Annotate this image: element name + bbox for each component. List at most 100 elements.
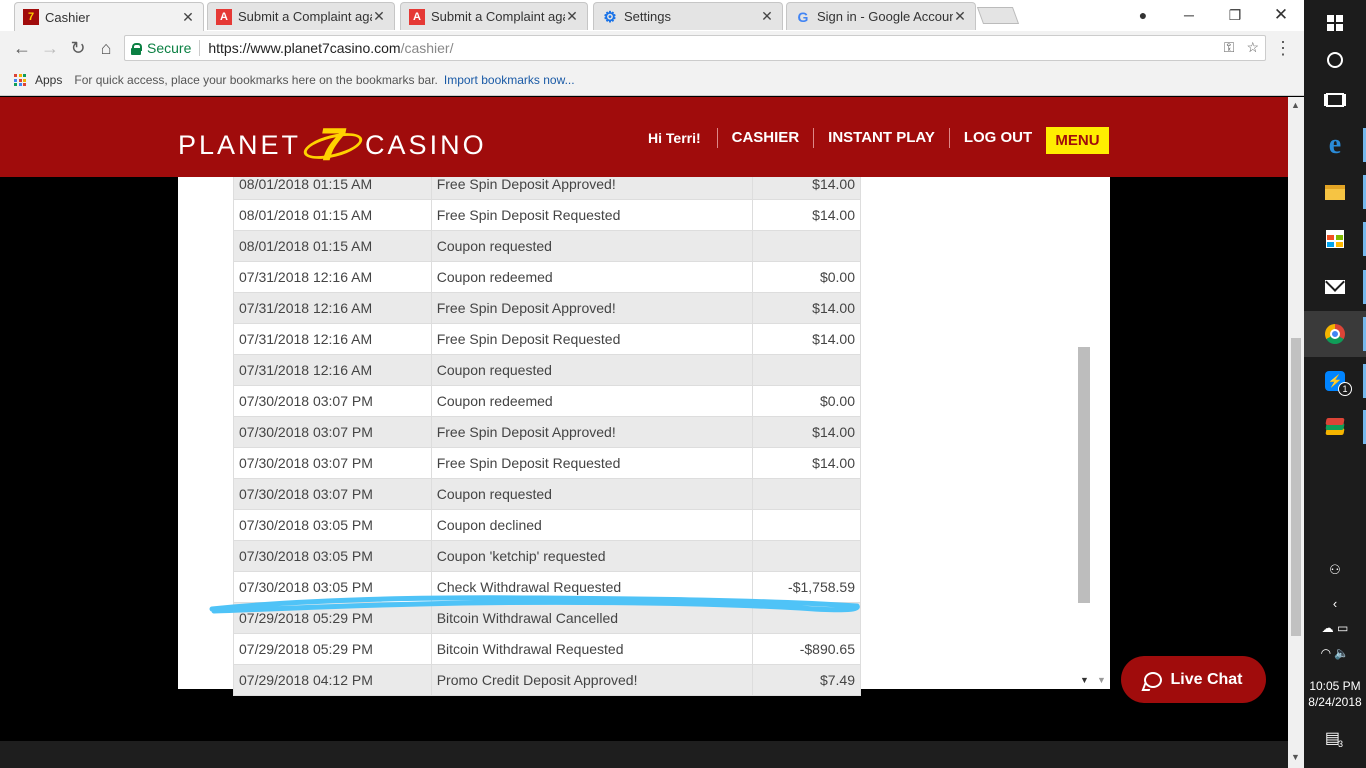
table-row: 07/30/2018 03:05 PM Check Withdrawal Requ… (233, 571, 861, 603)
bookmarks-hint: For quick access, place your bookmarks h… (74, 73, 438, 87)
transaction-amount: -$890.65 (752, 633, 861, 665)
planet7-icon: 7 (23, 9, 39, 25)
table-row: 07/30/2018 03:07 PM Free Spin Deposit App… (233, 416, 861, 448)
live-chat-button[interactable]: Live Chat (1121, 656, 1266, 703)
top-nav: Hi Terri! CASHIER INSTANT PLAY LOG OUT (648, 128, 1046, 148)
tab-complaint-1[interactable]: A Submit a Complaint again ✕ (207, 2, 395, 30)
menu-button[interactable]: MENU (1046, 127, 1109, 154)
task-view-icon (1326, 93, 1344, 107)
browser-tab-strip: 7 Cashier ✕ A Submit a Complaint again ✕… (0, 0, 1304, 31)
transaction-amount: $14.00 (752, 416, 861, 448)
apps-link[interactable]: Apps (35, 73, 62, 87)
taskbar-chrome[interactable] (1304, 311, 1366, 357)
a-icon: A (409, 8, 425, 25)
transaction-amount: $0.00 (752, 385, 861, 417)
table-row: 07/30/2018 03:07 PM Coupon redeemed $0.00 (233, 385, 861, 417)
tab-title: Cashier (45, 9, 90, 25)
tab-complaint-2[interactable]: A Submit a Complaint again ✕ (400, 2, 588, 30)
transaction-description: Coupon 'ketchip' requested (430, 540, 754, 572)
page-footer (0, 741, 1288, 768)
close-icon[interactable]: ✕ (372, 8, 386, 25)
close-icon[interactable]: ✕ (760, 8, 774, 25)
tab-cashier[interactable]: 7 Cashier ✕ (14, 2, 204, 31)
edge-icon: e (1328, 129, 1342, 160)
close-icon[interactable]: ✕ (565, 8, 579, 25)
forward-arrow-icon[interactable]: → (38, 36, 62, 60)
table-row: 07/30/2018 03:07 PM Free Spin Deposit Req… (233, 447, 861, 479)
close-icon[interactable]: ✕ (181, 9, 195, 26)
tab-title: Submit a Complaint again (431, 9, 565, 24)
bluestacks-icon (1324, 418, 1346, 436)
transaction-history-table: 08/01/2018 01:15 AM Free Spin Deposit App… (233, 168, 861, 696)
nav-instant-play[interactable]: INSTANT PLAY (813, 128, 949, 148)
transaction-amount: $14.00 (752, 447, 861, 479)
scroll-down-arrow-icon[interactable]: ▼ (1097, 675, 1106, 685)
new-tab-button[interactable] (976, 7, 1020, 24)
transaction-description: Coupon requested (430, 354, 754, 386)
panel-scroll-thumb[interactable] (1078, 347, 1090, 603)
transaction-amount (752, 540, 861, 572)
action-center-icon[interactable]: ▤3 (1304, 728, 1366, 749)
table-row: 07/31/2018 12:16 AM Free Spin Deposit Req… (233, 323, 861, 355)
apps-icon[interactable] (14, 74, 26, 86)
tab-settings[interactable]: ⚙ Settings ✕ (593, 2, 783, 30)
transaction-amount: -$1,758.59 (752, 571, 861, 603)
key-icon[interactable]: ⚿ (1224, 39, 1235, 56)
logo-text-right: CASINO (365, 129, 487, 160)
taskbar-bluestacks[interactable] (1304, 404, 1366, 450)
tab-google-signin[interactable]: G Sign in - Google Accounts ✕ (786, 2, 976, 30)
scroll-down-arrow-icon[interactable]: ▼ (1080, 675, 1089, 685)
mail-icon (1325, 280, 1345, 294)
nav-log-out[interactable]: LOG OUT (948, 128, 1046, 148)
close-window-icon[interactable]: ✕ (1258, 0, 1304, 30)
nav-cashier[interactable]: CASHIER (716, 128, 814, 148)
taskbar-edge[interactable]: e (1304, 122, 1366, 168)
transaction-description: Free Spin Deposit Requested (430, 199, 754, 231)
notification-count: 3 (1338, 739, 1344, 749)
import-bookmarks-link[interactable]: Import bookmarks now... (444, 73, 575, 87)
transaction-description: Coupon declined (430, 509, 754, 541)
taskbar-mail[interactable] (1304, 264, 1366, 310)
taskbar-messenger[interactable]: ⚡ 1 (1304, 358, 1366, 404)
chrome-menu-icon[interactable]: ⋮ (1274, 38, 1292, 59)
scroll-down-arrow-icon[interactable]: ▼ (1291, 752, 1300, 762)
table-row: 07/30/2018 03:05 PM Coupon 'ketchip' requ… (233, 540, 861, 572)
show-hidden-icons-chevron-icon[interactable]: ‹ (1304, 596, 1366, 611)
tray-status-icons[interactable]: ☁ ▭ (1304, 621, 1366, 635)
omnibox-actions: ⚿ ☆ (1224, 39, 1259, 56)
restore-icon[interactable]: ❐ (1212, 0, 1258, 30)
people-icon[interactable]: ⚇ (1304, 562, 1366, 578)
url-host: https://www.planet7casino.com (208, 40, 401, 56)
reload-icon[interactable]: ↻ (66, 36, 90, 60)
window-scroll-thumb[interactable] (1291, 338, 1301, 636)
transaction-amount: $14.00 (752, 199, 861, 231)
transaction-amount (752, 509, 861, 541)
star-icon[interactable]: ☆ (1246, 39, 1259, 56)
transaction-date: 07/30/2018 03:07 PM (233, 416, 432, 448)
live-chat-label: Live Chat (1170, 670, 1243, 688)
transaction-date: 07/30/2018 03:07 PM (233, 447, 432, 479)
chrome-icon (1325, 324, 1345, 344)
transaction-amount (752, 602, 861, 634)
network-volume-icons[interactable]: ◠ 🔈 (1304, 646, 1366, 660)
taskbar-clock[interactable]: 10:05 PM 8/24/2018 (1304, 678, 1366, 710)
planet7-logo[interactable]: PLANET 7 CASINO (178, 118, 487, 170)
transaction-date: 08/01/2018 01:15 AM (233, 230, 432, 262)
close-icon[interactable]: ✕ (953, 8, 967, 25)
minimize-icon[interactable]: ─ (1166, 0, 1212, 30)
home-icon[interactable]: ⌂ (94, 36, 118, 60)
scroll-up-arrow-icon[interactable]: ▲ (1291, 100, 1300, 110)
address-bar[interactable]: Secure https://www.planet7casino.com /ca… (124, 35, 1266, 61)
transaction-amount (752, 478, 861, 510)
store-icon (1326, 230, 1344, 248)
chat-bubble-icon (1144, 671, 1163, 688)
taskbar-store[interactable] (1304, 216, 1366, 262)
task-view-button[interactable] (1304, 77, 1366, 123)
table-row: 07/30/2018 03:07 PM Coupon requested (233, 478, 861, 510)
transaction-date: 07/30/2018 03:05 PM (233, 540, 432, 572)
profile-icon[interactable]: ● (1120, 0, 1166, 30)
taskbar-file-explorer[interactable] (1304, 169, 1366, 215)
transaction-description: Coupon requested (430, 230, 754, 262)
page-viewport: 08/01/2018 01:15 AM Free Spin Deposit App… (0, 97, 1288, 741)
back-arrow-icon[interactable]: ← (10, 36, 34, 60)
